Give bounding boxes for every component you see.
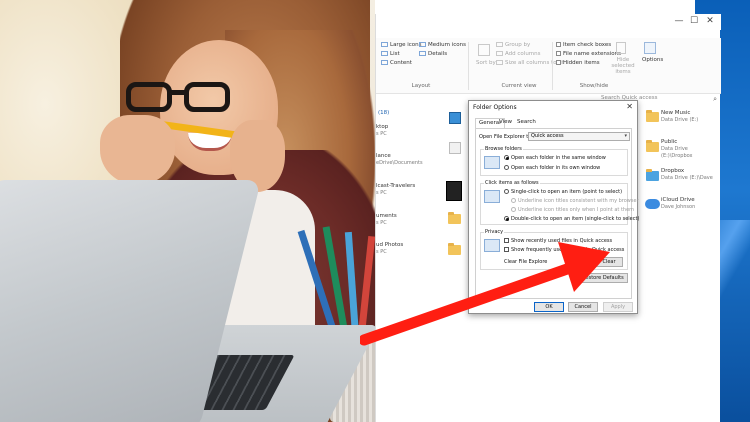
folder-icon bbox=[646, 140, 659, 152]
add-columns-button[interactable]: Add columns bbox=[496, 51, 541, 57]
ribbon-view-tab: Large icons Medium icons List Details Co… bbox=[376, 38, 721, 94]
clear-history-label: Clear File Explore bbox=[504, 259, 548, 265]
open-explorer-select[interactable]: Quick access ▾ bbox=[528, 132, 630, 141]
folder-icon bbox=[448, 243, 461, 255]
list-icon bbox=[381, 51, 388, 56]
list-item[interactable]: lcast-Travelers s PC bbox=[376, 183, 415, 197]
show-hide-group-label: Show/hide bbox=[579, 83, 609, 89]
content-option[interactable]: Content bbox=[381, 60, 412, 66]
tab-view[interactable]: View bbox=[496, 118, 515, 128]
list-item[interactable]: lance eDrive\Documents bbox=[376, 153, 423, 167]
chevron-down-icon: ▾ bbox=[624, 133, 627, 139]
title-bar: — ☐ ✕ bbox=[376, 14, 721, 30]
clear-button[interactable]: Clear bbox=[595, 257, 623, 267]
photo-glasses bbox=[126, 78, 236, 118]
apply-button[interactable]: Apply bbox=[603, 302, 633, 312]
ok-button[interactable]: OK bbox=[534, 302, 564, 312]
search-icon: ⌕ bbox=[713, 95, 717, 103]
details-icon bbox=[419, 51, 426, 56]
current-view-group-label: Current view bbox=[501, 83, 537, 89]
list-item[interactable]: Public Data Drive (E:)\Dropbox bbox=[661, 139, 720, 160]
maximize-button[interactable]: ☐ bbox=[687, 16, 701, 26]
photo-hand-left bbox=[100, 115, 175, 185]
folder-icon bbox=[448, 212, 461, 224]
size-columns-button[interactable]: Size all columns to fit bbox=[496, 60, 564, 66]
privacy-group: Privacy Show recently used files in Quic… bbox=[480, 229, 628, 270]
folder-icon bbox=[646, 110, 659, 122]
close-button[interactable]: ✕ bbox=[703, 16, 717, 26]
underline-point-radio[interactable]: Underline icon titles only when I point … bbox=[511, 207, 634, 213]
general-tab-panel: Open File Explorer to: Quick access ▾ Bro… bbox=[475, 128, 639, 299]
large-icons-option[interactable]: Large icons bbox=[381, 42, 422, 48]
minimize-button[interactable]: — bbox=[672, 16, 686, 26]
desktop-folder-icon bbox=[449, 112, 461, 124]
frequent-folders-checkbox[interactable]: Show frequently used folders in Quick ac… bbox=[504, 247, 624, 253]
item-check-boxes-checkbox[interactable]: Item check boxes bbox=[556, 42, 611, 48]
details-option[interactable]: Details bbox=[419, 51, 447, 57]
group-by-icon bbox=[496, 42, 503, 47]
recent-files-checkbox[interactable]: Show recently used files in Quick access bbox=[504, 238, 612, 244]
dropbox-folder-icon bbox=[646, 169, 659, 181]
sort-by-icon bbox=[478, 44, 490, 56]
double-click-radio[interactable]: Double-click to open an item (single-cli… bbox=[504, 216, 639, 222]
dialog-title: Folder Options bbox=[473, 104, 517, 111]
document-icon bbox=[449, 142, 461, 154]
restore-defaults-button[interactable]: Restore Defaults bbox=[578, 273, 628, 283]
dialog-close-button[interactable]: ✕ bbox=[626, 102, 633, 111]
add-columns-icon bbox=[496, 51, 503, 56]
large-icons-icon bbox=[381, 42, 388, 47]
medium-icons-option[interactable]: Medium icons bbox=[419, 42, 466, 48]
folder-options-dialog: Folder Options ✕ General View Search Ope… bbox=[468, 100, 639, 314]
browse-folders-label: Browse folders bbox=[484, 146, 523, 152]
privacy-icon bbox=[484, 239, 500, 252]
hidden-items-checkbox[interactable]: Hidden items bbox=[556, 60, 600, 66]
click-pointer-icon bbox=[484, 190, 500, 203]
layout-group-label: Layout bbox=[411, 83, 431, 89]
group-by-button[interactable]: Group by bbox=[496, 42, 530, 48]
open-explorer-label: Open File Explorer to: bbox=[479, 134, 534, 140]
browse-same-window-radio[interactable]: Open each folder in the same window bbox=[504, 155, 606, 161]
list-item[interactable]: uments s PC bbox=[376, 213, 397, 227]
options-icon bbox=[644, 42, 656, 54]
tab-search[interactable]: Search bbox=[514, 118, 539, 128]
click-items-label: Click items as follows bbox=[484, 180, 540, 186]
size-columns-icon bbox=[496, 60, 503, 65]
podcast-image-icon bbox=[446, 181, 462, 201]
underline-browser-radio[interactable]: Underline icon titles consistent with my… bbox=[511, 198, 639, 204]
hide-selected-items-button[interactable]: Hide selected items bbox=[605, 57, 641, 75]
content-icon bbox=[381, 60, 388, 65]
cancel-button[interactable]: Cancel bbox=[568, 302, 598, 312]
single-click-radio[interactable]: Single-click to open an item (point to s… bbox=[504, 189, 622, 195]
browse-own-window-radio[interactable]: Open each folder in its own window bbox=[504, 165, 600, 171]
options-button[interactable]: Options bbox=[642, 57, 663, 63]
sort-by-button[interactable]: Sort by bbox=[476, 60, 496, 66]
list-item[interactable]: New Music Data Drive (E:) bbox=[661, 110, 698, 124]
hide-selected-icon bbox=[616, 42, 626, 54]
folder-window-icon bbox=[484, 156, 500, 169]
icloud-icon bbox=[645, 199, 660, 209]
frequent-folders-count: (18) bbox=[378, 110, 390, 116]
list-item[interactable]: ud Photos s PC bbox=[376, 242, 403, 256]
click-items-group: Click items as follows Single-click to o… bbox=[480, 180, 639, 225]
photo-woman-with-laptop bbox=[0, 0, 375, 422]
privacy-label: Privacy bbox=[484, 229, 505, 235]
list-item[interactable]: ktop s PC bbox=[376, 124, 388, 138]
list-option[interactable]: List bbox=[381, 51, 400, 57]
list-item[interactable]: iCloud Drive Dave Johnson bbox=[661, 197, 695, 211]
list-item[interactable]: Dropbox Data Drive (E:)\Dave bbox=[661, 168, 713, 182]
medium-icons-icon bbox=[419, 42, 426, 47]
browse-folders-group: Browse folders Open each folder in the s… bbox=[480, 146, 628, 176]
